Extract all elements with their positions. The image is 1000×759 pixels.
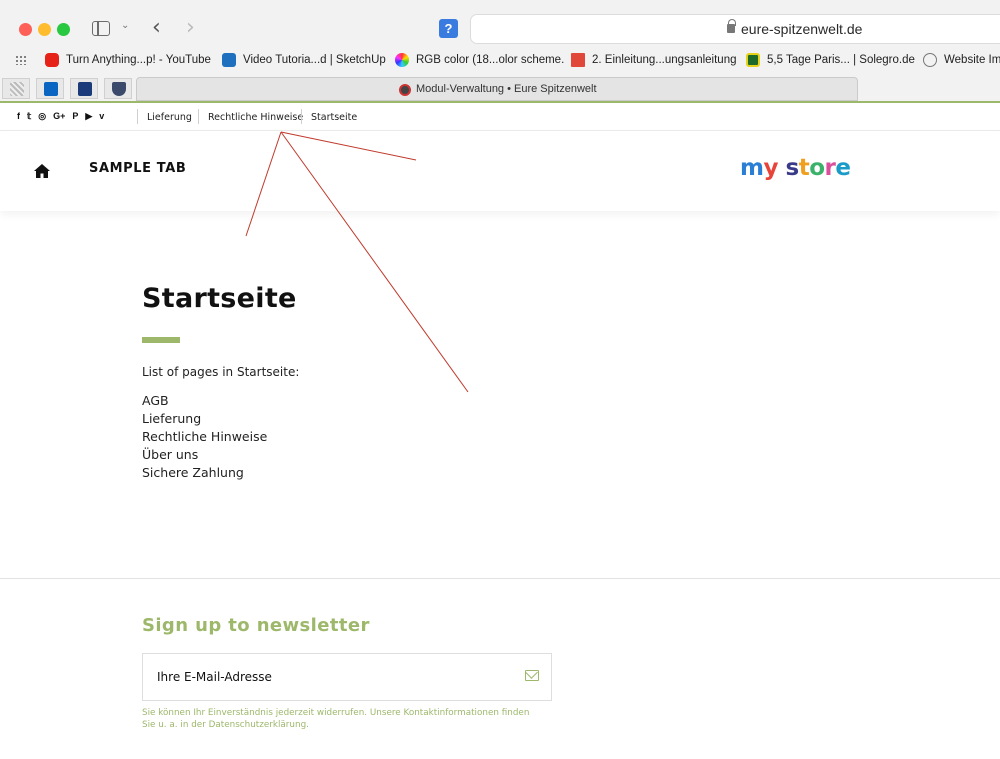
envelope-icon[interactable] bbox=[525, 670, 539, 681]
pinterest-icon[interactable]: P bbox=[72, 111, 78, 122]
bookmark-label: Video Tutoria...d | SketchUp bbox=[243, 54, 386, 66]
bookmark-item[interactable]: Website Imp bbox=[923, 53, 1000, 67]
bookmark-label: 2. Einleitung...ungsanleitung bbox=[592, 54, 737, 66]
link-lieferung[interactable]: Lieferung bbox=[147, 112, 192, 123]
chevron-down-icon[interactable]: ⌄ bbox=[121, 20, 129, 31]
browser-chrome: ⌄ ‹ › ? eure-spitzenwelt.de Turn Anythin… bbox=[0, 0, 1000, 102]
tab-bar: Modul-Verwaltung • Eure Spitzenwelt bbox=[0, 76, 1000, 101]
pinned-tab-grid-icon bbox=[10, 82, 24, 96]
google-plus-icon[interactable]: G+ bbox=[53, 111, 65, 122]
site-header: SAMPLE TAB my store bbox=[0, 131, 1000, 211]
bookmark-item[interactable]: Turn Anything...p! - YouTube bbox=[45, 53, 211, 67]
pinned-tab[interactable] bbox=[104, 78, 132, 99]
tab-title: Modul-Verwaltung • Eure Spitzenwelt bbox=[416, 83, 597, 95]
shield-icon bbox=[112, 82, 126, 96]
outlook-icon bbox=[44, 82, 58, 96]
pdf-icon bbox=[571, 53, 585, 67]
gmx-icon bbox=[78, 82, 92, 96]
back-icon[interactable]: ‹ bbox=[152, 15, 161, 40]
zoom-window-button[interactable] bbox=[57, 23, 70, 36]
globe-icon bbox=[923, 53, 937, 67]
apps-grid-icon[interactable] bbox=[15, 55, 27, 65]
footer-divider bbox=[0, 578, 1000, 579]
twitter-icon[interactable]: 𝕥 bbox=[27, 111, 31, 122]
color-wheel-icon bbox=[395, 53, 409, 67]
menu-sample-tab[interactable]: SAMPLE TAB bbox=[89, 161, 186, 176]
pinned-tab[interactable] bbox=[70, 78, 98, 99]
minimize-window-button[interactable] bbox=[38, 23, 51, 36]
forward-icon[interactable]: › bbox=[186, 15, 195, 40]
page-link-lieferung[interactable]: Lieferung bbox=[142, 410, 267, 428]
lock-icon bbox=[727, 19, 736, 33]
page-link-ueber-uns[interactable]: Über uns bbox=[142, 446, 267, 464]
active-tab[interactable]: Modul-Verwaltung • Eure Spitzenwelt bbox=[136, 77, 858, 101]
url-text: eure-spitzenwelt.de bbox=[741, 21, 863, 37]
pinned-tab[interactable] bbox=[36, 78, 64, 99]
link-startseite[interactable]: Startseite bbox=[311, 112, 357, 123]
bookmark-item[interactable]: 2. Einleitung...ungsanleitung bbox=[571, 53, 737, 67]
bookmark-label: 5,5 Tage Paris... | Solegro.de bbox=[767, 54, 915, 66]
pinned-tab[interactable] bbox=[2, 78, 30, 99]
home-icon[interactable] bbox=[33, 163, 51, 179]
store-logo[interactable]: my store bbox=[740, 155, 851, 181]
page-list: AGB Lieferung Rechtliche Hinweise Über u… bbox=[142, 392, 267, 482]
vimeo-icon[interactable]: v bbox=[99, 111, 104, 122]
bookmark-item[interactable]: Video Tutoria...d | SketchUp bbox=[222, 53, 386, 67]
youtube-icon bbox=[45, 53, 59, 67]
address-bar[interactable]: eure-spitzenwelt.de bbox=[470, 14, 1000, 44]
page-title: Startseite bbox=[142, 283, 297, 314]
sidebar-toggle-icon[interactable] bbox=[92, 21, 110, 36]
link-rechtliche-hinweise[interactable]: Rechtliche Hinweise bbox=[208, 112, 303, 123]
page-link-agb[interactable]: AGB bbox=[142, 392, 267, 410]
youtube-icon[interactable]: ▶ bbox=[85, 111, 92, 122]
bookmark-label: Website Imp bbox=[944, 54, 1000, 66]
bookmark-item[interactable]: 5,5 Tage Paris... | Solegro.de bbox=[746, 53, 915, 67]
help-extension-icon[interactable]: ? bbox=[439, 19, 458, 38]
bookmark-label: Turn Anything...p! - YouTube bbox=[66, 54, 211, 66]
newsletter-form bbox=[142, 653, 552, 701]
divider bbox=[301, 109, 302, 124]
top-nav: f 𝕥 ◎ G+ P ▶ v Lieferung Rechtliche Hinw… bbox=[0, 103, 1000, 131]
title-underline bbox=[142, 337, 180, 343]
bookmarks-bar: Turn Anything...p! - YouTube Video Tutor… bbox=[0, 50, 1000, 72]
site-favicon-icon bbox=[399, 84, 411, 96]
newsletter-email-input[interactable] bbox=[143, 654, 513, 700]
newsletter-consent-note: Sie können Ihr Einverständnis jederzeit … bbox=[142, 708, 530, 730]
sketchup-icon bbox=[222, 53, 236, 67]
solegro-icon bbox=[746, 53, 760, 67]
close-window-button[interactable] bbox=[19, 23, 32, 36]
newsletter-title: Sign up to newsletter bbox=[142, 615, 370, 636]
social-icons: f 𝕥 ◎ G+ P ▶ v bbox=[17, 111, 104, 122]
facebook-icon[interactable]: f bbox=[17, 111, 20, 122]
page-link-rechtliche-hinweise[interactable]: Rechtliche Hinweise bbox=[142, 428, 267, 446]
page-link-sichere-zahlung[interactable]: Sichere Zahlung bbox=[142, 464, 267, 482]
bookmark-label: RGB color (18...olor scheme. bbox=[416, 54, 565, 66]
divider bbox=[137, 109, 138, 124]
pages-intro: List of pages in Startseite: bbox=[142, 365, 300, 379]
instagram-icon[interactable]: ◎ bbox=[38, 111, 46, 122]
divider bbox=[198, 109, 199, 124]
bookmark-item[interactable]: RGB color (18...olor scheme. bbox=[395, 53, 564, 67]
